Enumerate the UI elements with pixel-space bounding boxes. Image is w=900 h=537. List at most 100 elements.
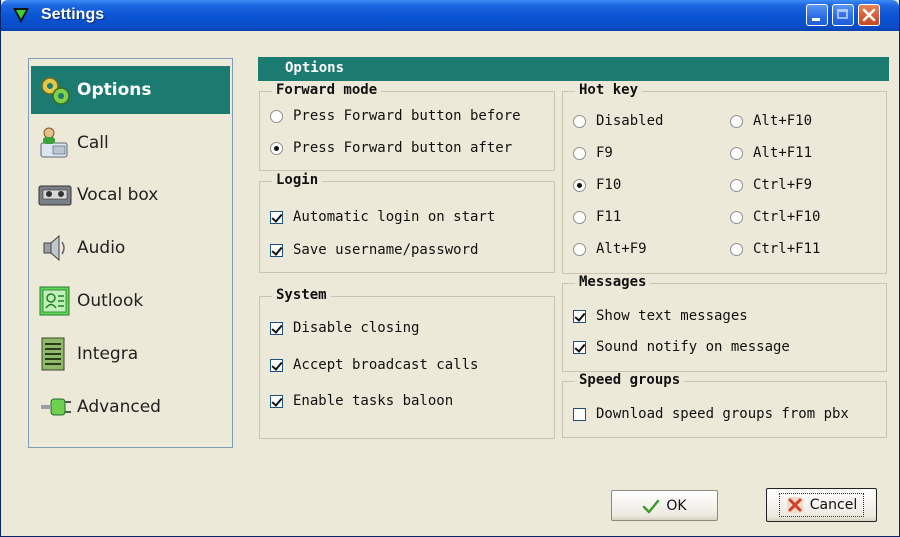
radio-control[interactable]	[730, 242, 743, 256]
app-logo-icon	[13, 8, 29, 23]
radio-control[interactable]	[573, 146, 586, 160]
option-label: Accept broadcast calls	[293, 357, 479, 373]
sidebar-item-advanced[interactable]: Advanced	[31, 383, 230, 431]
settings-sidebar: Options Call Vocal box Audio Outlook Int…	[28, 58, 233, 448]
radio-control[interactable]	[270, 141, 283, 155]
checkbox-control[interactable]	[270, 321, 283, 335]
radio-control[interactable]	[573, 178, 586, 192]
sound-notify-checkbox[interactable]: Sound notify on message	[573, 339, 790, 355]
option-label: Alt+F11	[753, 145, 813, 161]
option-label: Press Forward button before	[293, 108, 521, 124]
checkbox-control[interactable]	[573, 309, 586, 323]
speed-groups-group: Speed groups Download speed groups from …	[562, 372, 887, 438]
hotkey-ctrl-f9-radio[interactable]: Ctrl+F9	[730, 177, 812, 193]
hotkey-alt-f11-radio[interactable]: Alt+F11	[730, 145, 812, 161]
panel-header: Options	[258, 57, 889, 81]
close-icon	[862, 8, 876, 22]
group-title: Login	[272, 172, 323, 188]
option-label: F9	[596, 145, 613, 161]
hot-key-group: Hot key Disabled F9 F10 F11 Alt+F9 Alt+F…	[562, 82, 887, 274]
option-label: Alt+F10	[753, 113, 813, 129]
forward-mode-group: Forward mode Press Forward button before…	[259, 82, 555, 171]
option-label: F10	[596, 177, 622, 193]
radio-control[interactable]	[730, 210, 743, 224]
radio-control[interactable]	[730, 146, 743, 160]
sidebar-item-label: Call	[77, 133, 109, 153]
radio-control[interactable]	[270, 109, 283, 123]
ok-button[interactable]: OK	[611, 490, 718, 521]
group-title: Forward mode	[272, 82, 382, 98]
sidebar-item-label: Audio	[77, 238, 126, 258]
group-title: Speed groups	[575, 372, 685, 388]
option-label: Ctrl+F11	[753, 241, 821, 257]
window-title: Settings	[41, 6, 105, 23]
voicemail-tape-icon	[38, 185, 72, 206]
hotkey-f9-radio[interactable]: F9	[573, 145, 613, 161]
title-bar[interactable]: Settings	[1, 0, 899, 31]
hotkey-ctrl-f11-radio[interactable]: Ctrl+F11	[730, 241, 820, 257]
hotkey-disabled-radio[interactable]: Disabled	[573, 113, 663, 129]
enable-tasks-baloon-checkbox[interactable]: Enable tasks baloon	[270, 393, 453, 409]
forward-before-radio[interactable]: Press Forward button before	[270, 108, 521, 124]
option-label: Disable closing	[293, 320, 420, 336]
hotkey-alt-f9-radio[interactable]: Alt+F9	[573, 241, 647, 257]
sidebar-item-options[interactable]: Options	[31, 66, 230, 114]
phone-icon	[40, 127, 68, 158]
radio-control[interactable]	[573, 242, 586, 256]
sidebar-item-integra[interactable]: Integra	[31, 330, 230, 378]
minimize-icon	[812, 18, 820, 21]
option-label: Ctrl+F10	[753, 209, 821, 225]
panel-title: Options	[285, 60, 345, 76]
show-text-messages-checkbox[interactable]: Show text messages	[573, 308, 748, 324]
sidebar-item-vocal-box[interactable]: Vocal box	[31, 171, 230, 219]
radio-control[interactable]	[730, 178, 743, 192]
sidebar-item-audio[interactable]: Audio	[31, 224, 230, 272]
save-credentials-checkbox[interactable]: Save username/password	[270, 242, 478, 258]
cancel-x-icon	[786, 497, 803, 513]
sidebar-item-label: Outlook	[77, 291, 144, 311]
option-label: Sound notify on message	[596, 339, 790, 355]
hotkey-f11-radio[interactable]: F11	[573, 209, 621, 225]
sidebar-item-label: Integra	[77, 344, 139, 364]
option-label: Alt+F9	[596, 241, 647, 257]
speaker-icon	[43, 234, 65, 262]
system-group: System Disable closing Accept broadcast …	[259, 287, 555, 439]
forward-after-radio[interactable]: Press Forward button after	[270, 140, 512, 156]
option-label: Ctrl+F9	[753, 177, 813, 193]
hotkey-ctrl-f10-radio[interactable]: Ctrl+F10	[730, 209, 820, 225]
auto-login-checkbox[interactable]: Automatic login on start	[270, 209, 495, 225]
ok-label: OK	[666, 497, 687, 514]
disable-closing-checkbox[interactable]: Disable closing	[270, 320, 419, 336]
checkbox-control[interactable]	[270, 210, 283, 224]
sidebar-item-outlook[interactable]: Outlook	[31, 277, 230, 325]
outlook-contact-icon	[39, 286, 70, 316]
sidebar-item-label: Advanced	[77, 397, 161, 417]
close-button[interactable]	[858, 4, 880, 26]
integra-rack-icon	[41, 337, 65, 371]
checkbox-control[interactable]	[270, 243, 283, 257]
checkbox-control[interactable]	[573, 340, 586, 354]
sidebar-item-call[interactable]: Call	[31, 119, 230, 167]
radio-control[interactable]	[573, 210, 586, 224]
option-label: Show text messages	[596, 308, 748, 324]
option-label: Press Forward button after	[293, 140, 513, 156]
hotkey-f10-radio[interactable]: F10	[573, 177, 621, 193]
group-title: Hot key	[575, 82, 643, 98]
checkbox-control[interactable]	[573, 407, 586, 421]
maximize-button[interactable]	[832, 4, 854, 26]
minimize-button[interactable]	[806, 4, 828, 26]
cancel-label: Cancel	[809, 497, 858, 513]
cancel-button[interactable]: Cancel	[766, 488, 877, 522]
sidebar-item-label: Options	[77, 80, 152, 100]
checkbox-control[interactable]	[270, 358, 283, 372]
radio-control[interactable]	[573, 114, 586, 128]
login-group: Login Automatic login on start Save user…	[259, 172, 555, 273]
radio-control[interactable]	[730, 114, 743, 128]
accept-broadcast-checkbox[interactable]: Accept broadcast calls	[270, 357, 478, 373]
checkbox-control[interactable]	[270, 394, 283, 408]
gears-icon	[41, 77, 70, 105]
hotkey-alt-f10-radio[interactable]: Alt+F10	[730, 113, 812, 129]
download-speed-groups-checkbox[interactable]: Download speed groups from pbx	[573, 406, 849, 422]
plug-icon	[41, 398, 71, 416]
group-title: Messages	[575, 274, 651, 290]
